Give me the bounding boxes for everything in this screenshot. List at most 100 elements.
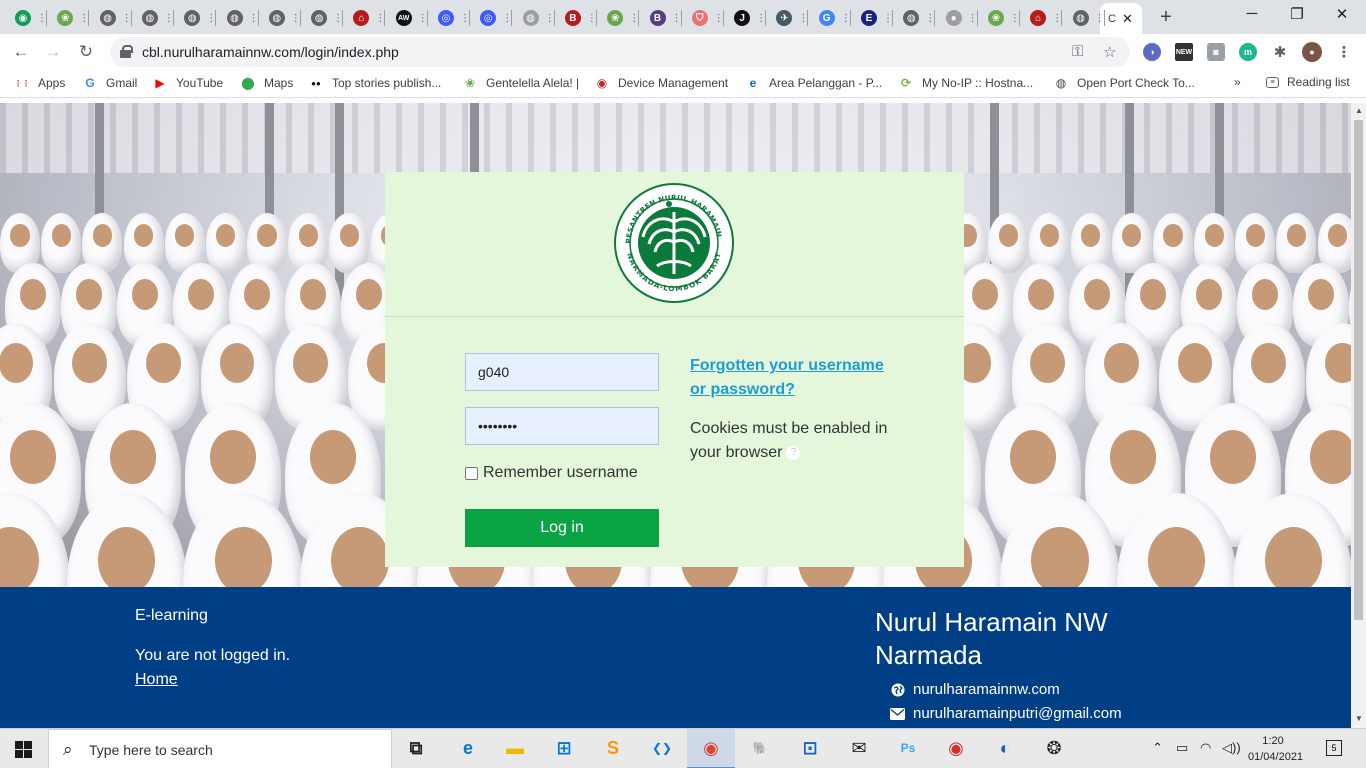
puzzle-icon[interactable]: ✱	[1271, 43, 1289, 61]
news-extension-icon[interactable]: NEW	[1175, 43, 1193, 61]
bookmark-star-icon[interactable]: ☆	[1103, 43, 1116, 61]
website-text[interactable]: nurulharamainnw.com	[913, 681, 1060, 698]
vscode-icon[interactable]: ❮❯	[649, 735, 675, 761]
browser-tab[interactable]: ◍ ⋮	[302, 4, 343, 32]
bookmark-item[interactable]: ⬤ Maps	[240, 75, 293, 91]
bookmark-item[interactable]: ❀ Gentelella Alela! |	[462, 75, 579, 91]
username-input[interactable]: g040	[465, 353, 659, 391]
menu-kebab-icon[interactable]: ⋮	[1335, 43, 1353, 61]
scroll-down-arrow-icon[interactable]: ▼	[1355, 714, 1363, 723]
file-explorer-icon[interactable]: ▬	[502, 735, 528, 761]
tab-separator	[1103, 10, 1105, 26]
browser-tab[interactable]: ◍ ⋮	[91, 4, 132, 32]
browser-tab[interactable]: ◉ ⋮	[6, 4, 47, 32]
browser-tab[interactable]: B ⋮	[556, 4, 597, 32]
reload-icon[interactable]: ↻	[75, 41, 97, 63]
m-extension-icon[interactable]: m	[1239, 43, 1257, 61]
windows-start-icon[interactable]	[15, 741, 32, 758]
edge-icon[interactable]: e	[455, 735, 481, 761]
browser-tab[interactable]: AW ⋮	[387, 4, 428, 32]
taskbar-search[interactable]: ⌕ Type here to search	[48, 729, 392, 768]
chrome-icon[interactable]: ◉	[698, 735, 724, 761]
browser-tab[interactable]: ● ⋮	[937, 4, 978, 32]
notifications-icon[interactable]: 5	[1326, 740, 1342, 756]
camera-icon[interactable]: ◙	[1207, 43, 1225, 61]
red-app-icon[interactable]: ◉	[943, 735, 969, 761]
browser-tab[interactable]: ◍ ⋮	[1064, 4, 1105, 32]
browser-tab[interactable]: ◍ ⋮	[218, 4, 259, 32]
login-button[interactable]: Log in	[465, 509, 659, 547]
remember-checkbox[interactable]	[465, 466, 478, 480]
extension-globe-icon[interactable]: ◑	[1143, 43, 1161, 61]
url-text[interactable]: cbl.nurulharamainnw.com/login/index.php	[142, 44, 399, 60]
wifi-icon[interactable]: ◠	[1200, 740, 1211, 756]
scrollbar-thumb[interactable]	[1354, 120, 1363, 620]
page-scrollbar[interactable]: ▲ ▼	[1351, 103, 1366, 728]
bookmark-item[interactable]: ⋮⋮ Apps	[14, 75, 65, 91]
bookmark-item[interactable]: G Gmail	[82, 75, 137, 91]
store-icon[interactable]: ⊞	[551, 735, 577, 761]
bookmark-item[interactable]: e Area Pelanggan - P...	[745, 75, 883, 91]
remember-username[interactable]: Remember username	[465, 464, 638, 482]
browser-tab[interactable]: ◍ ⋮	[514, 4, 555, 32]
browser-tab[interactable]: ◎ ⋮	[429, 4, 470, 32]
globe-icon: ◍	[141, 10, 158, 26]
new-tab-button[interactable]: +	[1156, 6, 1176, 29]
crowd-face	[131, 278, 159, 311]
close-window-button[interactable]: ✕	[1332, 5, 1352, 23]
home-link[interactable]: Home	[135, 671, 178, 689]
close-tab-icon[interactable]: ✕	[1122, 11, 1133, 27]
browser-tab[interactable]: ◍ ⋮	[133, 4, 174, 32]
battery-icon[interactable]: ▭	[1176, 740, 1188, 756]
avatar[interactable]: ●	[1302, 42, 1322, 62]
search-placeholder[interactable]: Type here to search	[89, 742, 213, 758]
browser-tab[interactable]: ⌂ ⋮	[344, 4, 385, 32]
email-text[interactable]: nurulharamainputri@gmail.com	[913, 705, 1122, 722]
browser-tab[interactable]: ◍ ⋮	[175, 4, 216, 32]
bookmark-item[interactable]: ●● Top stories publish...	[308, 75, 441, 91]
browser-tab[interactable]: ❀ ⋮	[48, 4, 89, 32]
lock-icon[interactable]	[120, 45, 133, 58]
bluetooth-app-icon[interactable]: ◐	[992, 735, 1018, 761]
forgot-password-link[interactable]: Forgotten your username or password?	[690, 354, 890, 402]
browser-tab[interactable]: ◎ ⋮	[471, 4, 512, 32]
browser-tab[interactable]: E ⋮	[852, 4, 893, 32]
network-icon[interactable]: ⊡	[797, 735, 823, 761]
minimize-button[interactable]: ─	[1242, 5, 1262, 22]
photoshop-icon[interactable]: Ps	[895, 735, 921, 761]
password-input[interactable]: ••••••••	[465, 407, 659, 445]
bookmark-item[interactable]: ⟳ My No-IP :: Hostna...	[898, 75, 1033, 91]
tray-chevron-icon[interactable]: ⌃	[1152, 740, 1163, 756]
reading-list-button[interactable]: ≡ Reading list	[1266, 75, 1350, 89]
bookmark-item[interactable]: ◉ Device Management	[594, 75, 728, 91]
browser-tab[interactable]: ◍ ⋮	[260, 4, 301, 32]
back-arrow-icon[interactable]: ←	[10, 41, 32, 63]
browser-tab[interactable]: B ⋮	[641, 4, 682, 32]
bookmark-item[interactable]: ◍ Open Port Check To...	[1053, 75, 1195, 91]
scroll-up-arrow-icon[interactable]: ▲	[1355, 106, 1363, 115]
volume-icon[interactable]: ◁))	[1222, 740, 1241, 756]
browser-tab[interactable]: ⛉ ⋮	[683, 4, 724, 32]
bookmark-item[interactable]: ▶ YouTube	[152, 75, 223, 91]
key-icon[interactable]: ⚿	[1072, 43, 1083, 60]
browser-tab[interactable]: ✈ ⋮	[767, 4, 808, 32]
browser-tab[interactable]: ❀ ⋮	[598, 4, 639, 32]
task-view-icon[interactable]: ⧉	[403, 735, 429, 761]
browser-tab[interactable]: J ⋮	[725, 4, 766, 32]
browser-tab[interactable]: ◍ ⋮	[894, 4, 935, 32]
help-icon[interactable]: ?	[786, 445, 801, 460]
browser-tab[interactable]: ❀ ⋮	[979, 4, 1020, 32]
postgres-icon[interactable]: 🐘	[747, 735, 773, 761]
dog-icon[interactable]: ❂	[1041, 735, 1067, 761]
bookmarks-more-button[interactable]: »	[1234, 75, 1241, 89]
forward-arrow-icon[interactable]: →	[42, 41, 64, 63]
tab-active[interactable]: C ✕	[1100, 3, 1142, 34]
tab-separator	[426, 10, 428, 26]
sublime-icon[interactable]: S	[600, 735, 626, 761]
maximize-button[interactable]: ❐	[1287, 5, 1307, 23]
taskbar-clock[interactable]: 1:20 01/04/2021	[1248, 733, 1303, 765]
mail-icon[interactable]: ✉	[846, 735, 872, 761]
address-bar[interactable]: cbl.nurulharamainnw.com/login/index.php …	[110, 37, 1130, 67]
browser-tab[interactable]: G ⋮	[810, 4, 851, 32]
browser-tab[interactable]: ⌂ ⋮	[1021, 4, 1062, 32]
